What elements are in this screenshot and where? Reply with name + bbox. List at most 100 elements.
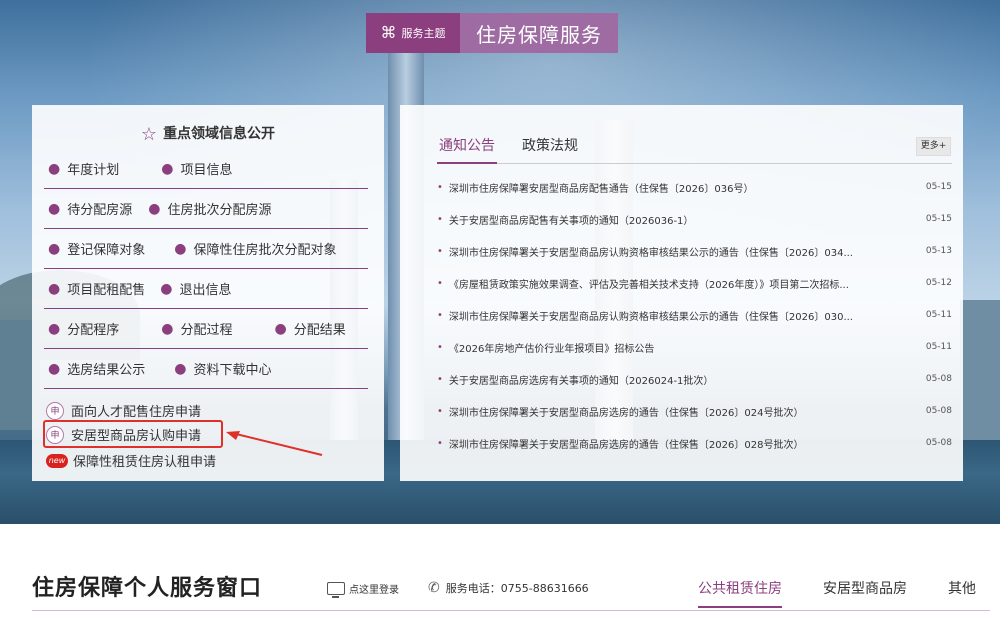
- bullet-icon: ●: [48, 200, 61, 217]
- info-link-batch-targets[interactable]: ● 保障性住房批次分配对象: [174, 239, 337, 259]
- info-link-label: 资料下载中心: [193, 363, 272, 378]
- info-link-allocation-procedure[interactable]: ● 分配程序: [48, 319, 119, 339]
- bullet-icon: ●: [160, 280, 173, 297]
- news-date: 05-15: [925, 214, 952, 224]
- divider: [32, 610, 990, 611]
- tab-affordable-housing[interactable]: 安居型商品房: [823, 578, 907, 608]
- news-title: 《2026年房地产估价行业年报项目》招标公告: [448, 343, 655, 355]
- bullet-icon: •: [437, 277, 443, 289]
- news-item[interactable]: • 深圳市住房保障署关于安居型商品房认购资格审核结果公示的通告（住保售〔2026〕…: [437, 235, 952, 267]
- annotation-arrow-icon: [226, 431, 323, 456]
- news-title: 《房屋租赁政策实施效果调查、评估及完善相关技术支持（2026年度）》项目第二次招…: [448, 279, 849, 291]
- service-topic-tag[interactable]: ⌘ 服务主题: [366, 13, 460, 53]
- grid-icon: ⌘: [380, 23, 397, 42]
- news-date: 05-08: [925, 374, 952, 384]
- bullet-icon: ●: [48, 280, 61, 297]
- tab-public-rental[interactable]: 公共租赁住房: [698, 578, 782, 608]
- news-item[interactable]: • 深圳市住房保障署安居型商品房配售通告（住保售〔2026〕036号） 05-15: [437, 171, 952, 203]
- info-link-rent-sale[interactable]: ● 项目配租配售: [48, 279, 146, 299]
- tab-policies[interactable]: 政策法规: [520, 135, 580, 164]
- news-date: 05-13: [925, 246, 952, 256]
- news-title: 深圳市住房保障署关于安居型商品房选房的通告（住保售〔2026〕024号批次）: [448, 407, 804, 419]
- news-date: 05-15: [925, 182, 952, 192]
- info-link-registered-targets[interactable]: ● 登记保障对象: [48, 239, 145, 259]
- bullet-icon: ●: [161, 320, 174, 337]
- news-item[interactable]: • 深圳市住房保障署关于安居型商品房选房的通告（住保售〔2026〕028号批次） 0…: [437, 427, 952, 459]
- info-link-allocation-process[interactable]: ● 分配过程: [161, 319, 233, 339]
- bullet-icon: •: [437, 181, 443, 193]
- news-item[interactable]: • 《房屋租赁政策实施效果调查、评估及完善相关技术支持（2026年度）》项目第二次…: [437, 267, 952, 299]
- service-hotline: ✆ 服务电话：0755-88631666: [428, 580, 589, 596]
- news-date: 05-12: [925, 278, 952, 288]
- hotline-text: 服务电话：0755-88631666: [445, 582, 589, 595]
- building: [960, 300, 1000, 440]
- info-link-label: 项目配租配售: [67, 283, 146, 298]
- info-link-exit-info[interactable]: ● 退出信息: [160, 279, 232, 299]
- service-topic-label: 服务主题: [401, 27, 446, 40]
- info-link-label: 分配过程: [180, 323, 233, 338]
- rental-housing-application-link[interactable]: new 保障性租赁住房认租申请: [46, 451, 216, 470]
- news-item[interactable]: • 关于安居型商品房配售有关事项的通知（2026036-1） 05-15: [437, 203, 952, 235]
- application-label: 面向人才配售住房申请: [71, 405, 202, 420]
- panel-heading: ☆ 重点领域信息公开: [32, 123, 384, 145]
- info-row: ● 项目配租配售 ● 退出信息: [44, 269, 368, 309]
- news-title: 深圳市住房保障署安居型商品房配售通告（住保售〔2026〕036号）: [448, 183, 754, 195]
- login-label: 点这里登录: [349, 585, 399, 596]
- news-date: 05-08: [925, 438, 952, 448]
- bullet-icon: ●: [274, 320, 287, 337]
- news-title: 深圳市住房保障署关于安居型商品房认购资格审核结果公示的通告（住保售〔2026〕0…: [448, 247, 853, 259]
- tab-other[interactable]: 其他: [948, 578, 976, 608]
- bullet-icon: •: [437, 405, 443, 417]
- panel-heading-text: 重点领域信息公开: [163, 126, 276, 142]
- bullet-icon: •: [437, 373, 443, 385]
- news-item[interactable]: • 关于安居型商品房选房有关事项的通知（2026024-1批次） 05-08: [437, 363, 952, 395]
- login-link[interactable]: 点这里登录: [327, 581, 399, 598]
- bullet-icon: ●: [148, 200, 161, 217]
- news-item[interactable]: • 深圳市住房保障署关于安居型商品房选房的通告（住保售〔2026〕024号批次） 0…: [437, 395, 952, 427]
- banner-title: 住房保障服务: [460, 13, 618, 53]
- news-title: 深圳市住房保障署关于安居型商品房选房的通告（住保售〔2026〕028号批次）: [448, 439, 804, 451]
- news-list: • 深圳市住房保障署安居型商品房配售通告（住保售〔2026〕036号） 05-15 •…: [437, 171, 952, 459]
- info-link-selection-results[interactable]: ● 选房结果公示: [48, 359, 145, 379]
- tab-notices[interactable]: 通知公告: [437, 135, 497, 164]
- bullet-icon: •: [437, 437, 443, 449]
- news-item[interactable]: • 深圳市住房保障署关于安居型商品房认购资格审核结果公示的通告（住保售〔2026〕…: [437, 299, 952, 331]
- news-panel: 通知公告 政策法规 更多+ • 深圳市住房保障署安居型商品房配售通告（住保售〔20…: [400, 105, 963, 481]
- info-link-label: 退出信息: [179, 283, 232, 298]
- info-link-label: 住房批次分配房源: [167, 203, 272, 218]
- news-date: 05-08: [925, 406, 952, 416]
- info-link-pending-housing[interactable]: ● 待分配房源: [48, 199, 133, 219]
- info-row: ● 登记保障对象 ● 保障性住房批次分配对象: [44, 229, 368, 269]
- info-link-allocation-result[interactable]: ● 分配结果: [274, 319, 345, 339]
- talent-housing-application-link[interactable]: 申 面向人才配售住房申请: [46, 401, 201, 420]
- bullet-icon: ●: [48, 320, 61, 337]
- info-link-label: 待分配房源: [67, 203, 133, 218]
- info-link-project-info[interactable]: ● 项目信息: [161, 159, 233, 179]
- news-title: 关于安居型商品房配售有关事项的通知（2026036-1）: [448, 215, 694, 227]
- info-row: ● 选房结果公示 ● 资料下载中心: [44, 349, 368, 389]
- news-item[interactable]: • 《2026年房地产估价行业年报项目》招标公告 05-11: [437, 331, 952, 363]
- new-badge-icon: new: [46, 453, 68, 468]
- info-link-annual-plan[interactable]: ● 年度计划: [48, 159, 119, 179]
- bullet-icon: •: [437, 341, 443, 353]
- monitor-icon: [327, 582, 345, 598]
- bullet-icon: •: [437, 213, 443, 225]
- more-button[interactable]: 更多+: [916, 137, 951, 156]
- news-title: 深圳市住房保障署关于安居型商品房认购资格审核结果公示的通告（住保售〔2026〕0…: [448, 311, 853, 323]
- bullet-icon: •: [437, 245, 443, 257]
- news-date: 05-11: [925, 342, 952, 352]
- info-link-label: 保障性住房批次分配对象: [193, 243, 337, 258]
- info-row: ● 待分配房源 ● 住房批次分配房源: [44, 189, 368, 229]
- service-tabs: 公共租赁住房 安居型商品房 其他: [698, 578, 976, 608]
- highlight-box: [43, 420, 223, 448]
- info-link-batch-housing[interactable]: ● 住房批次分配房源: [148, 199, 272, 219]
- bullet-icon: ●: [48, 160, 61, 177]
- bullet-icon: •: [437, 309, 443, 321]
- bullet-icon: ●: [174, 240, 187, 257]
- news-tabs: 通知公告 政策法规: [437, 135, 952, 164]
- section-title: 住房保障个人服务窗口: [32, 576, 263, 601]
- info-link-label: 项目信息: [180, 163, 233, 178]
- page: ⌘ 服务主题 住房保障服务 ☆ 重点领域信息公开 ● 年度计划 ● 项目信息 ● 待分配…: [0, 0, 1000, 629]
- phone-icon: ✆: [428, 580, 440, 596]
- info-link-download-center[interactable]: ● 资料下载中心: [174, 359, 272, 379]
